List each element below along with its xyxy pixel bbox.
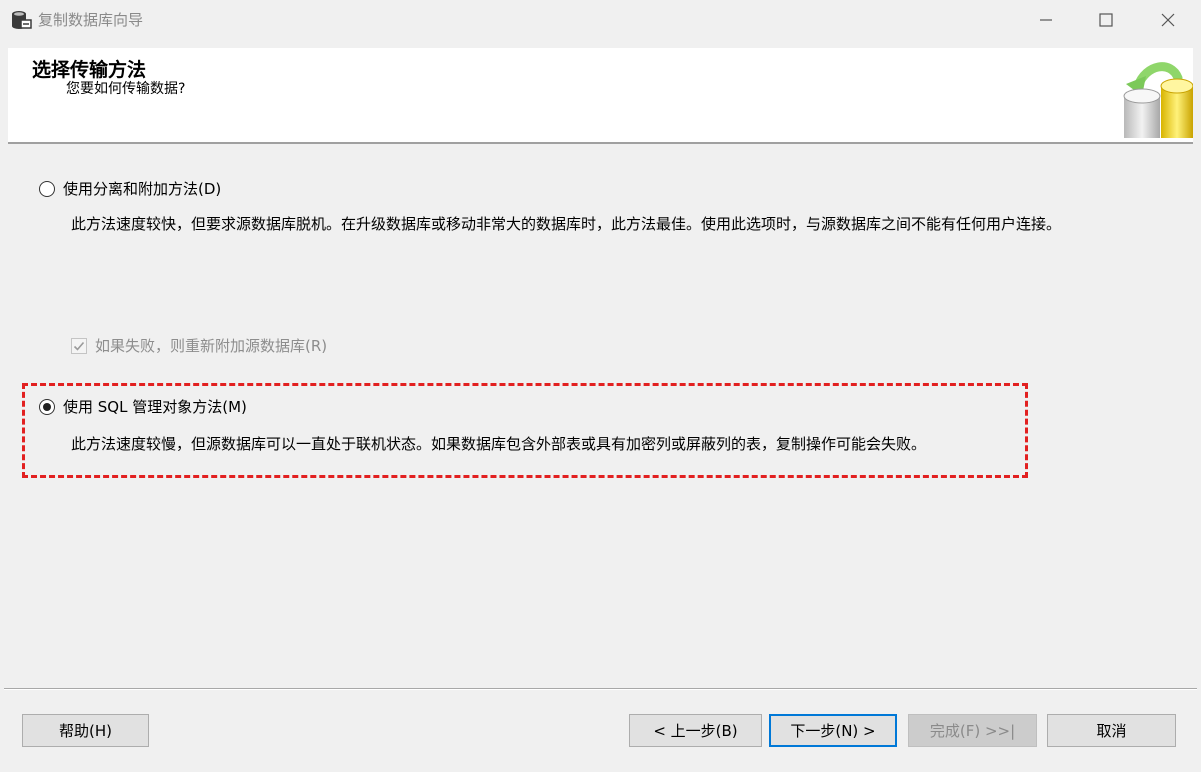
reattach-option[interactable]: 如果失败，则重新附加源数据库(R) — [71, 336, 327, 356]
header-separator — [8, 142, 1193, 144]
close-button[interactable] — [1138, 0, 1198, 40]
smo-radio[interactable] — [39, 399, 55, 415]
database-icon — [12, 11, 32, 29]
cancel-button[interactable]: 取消 — [1047, 714, 1176, 747]
radio-selected-dot — [43, 403, 51, 411]
page-title: 选择传输方法 — [32, 59, 147, 81]
reattach-checkbox[interactable] — [71, 338, 87, 354]
minimize-button[interactable] — [1016, 0, 1076, 40]
checkmark-icon — [73, 341, 85, 351]
title-bar: 复制数据库向导 — [0, 0, 1201, 40]
detach-attach-label: 使用分离和附加方法(D) — [63, 180, 222, 198]
smo-option[interactable]: 使用 SQL 管理对象方法(M) — [39, 397, 247, 417]
maximize-button[interactable] — [1076, 0, 1136, 40]
next-button[interactable]: 下一步(N) > — [769, 714, 897, 747]
close-icon — [1161, 13, 1175, 27]
maximize-icon — [1099, 13, 1113, 27]
smo-description: 此方法速度较慢，但源数据库可以一直处于联机状态。如果数据库包含外部表或具有加密列… — [71, 435, 927, 453]
help-button[interactable]: 帮助(H) — [22, 714, 149, 747]
finish-button[interactable]: 完成(F) >>| — [908, 714, 1037, 747]
database-copy-icon — [1123, 62, 1193, 138]
detach-attach-radio[interactable] — [39, 181, 55, 197]
window-title: 复制数据库向导 — [38, 11, 144, 29]
page-subtitle: 您要如何传输数据? — [66, 81, 186, 97]
smo-label: 使用 SQL 管理对象方法(M) — [63, 398, 247, 416]
back-button[interactable]: < 上一步(B) — [629, 714, 762, 747]
reattach-label: 如果失败，则重新附加源数据库(R) — [95, 337, 328, 355]
wizard-header: 选择传输方法 您要如何传输数据? — [8, 48, 1193, 142]
footer-separator-highlight — [4, 689, 1197, 690]
detach-attach-option[interactable]: 使用分离和附加方法(D) — [39, 179, 221, 199]
detach-attach-description: 此方法速度较快，但要求源数据库脱机。在升级数据库或移动非常大的数据库时，此方法最… — [71, 215, 1062, 233]
minimize-icon — [1040, 19, 1052, 21]
